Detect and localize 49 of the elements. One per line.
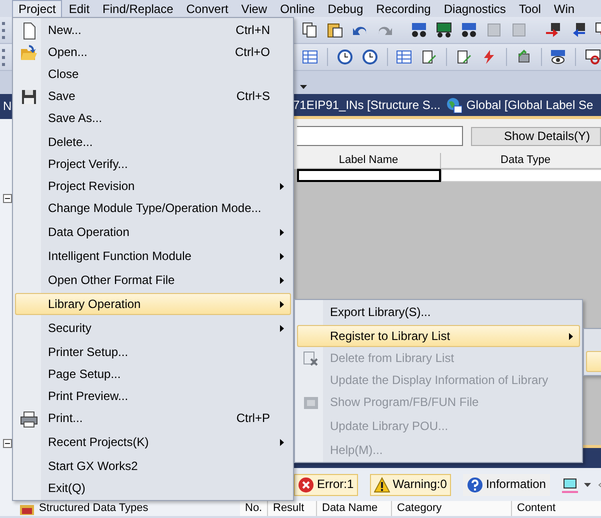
menu-item[interactable]: View bbox=[234, 0, 274, 17]
menu-item[interactable]: Diagnostics bbox=[437, 0, 512, 17]
column-header: Content bbox=[512, 501, 601, 516]
menu-item[interactable]: Open Other Format File bbox=[15, 269, 291, 291]
menu-item[interactable]: Save As... bbox=[15, 107, 291, 129]
menu-item[interactable]: Change Module Type/Operation Mode... bbox=[15, 197, 291, 219]
menu-item[interactable]: Recording bbox=[370, 0, 438, 17]
shortcut-text: Ctrl+N bbox=[236, 22, 270, 38]
menu-item[interactable]: Printer Setup... bbox=[15, 341, 291, 363]
menu-item[interactable]: Debug bbox=[321, 0, 370, 17]
document-tab[interactable]: 71EIP91_INs [Structure S... bbox=[293, 98, 440, 112]
shortcut-text: Ctrl+P bbox=[236, 410, 270, 426]
menu-item[interactable]: Open... Ctrl+O bbox=[15, 41, 291, 63]
menu-item[interactable]: Print Preview... bbox=[15, 385, 291, 407]
column-header: Category bbox=[392, 501, 512, 516]
menu-item[interactable]: Security bbox=[15, 317, 291, 339]
menu-item[interactable]: Export Library(S)... bbox=[297, 301, 580, 323]
menu-item[interactable]: Close bbox=[15, 63, 291, 85]
menu-item[interactable]: Find/Replace bbox=[96, 0, 180, 17]
menu-item[interactable]: Tool bbox=[512, 0, 548, 17]
document-tab[interactable]: Global [Global Label Se bbox=[466, 98, 594, 112]
menu-item[interactable]: Win bbox=[547, 0, 582, 17]
filter-button[interactable]: Error:1 bbox=[294, 474, 358, 496]
menu-item[interactable]: Print... Ctrl+P bbox=[15, 407, 291, 429]
menu-item[interactable]: Delete... bbox=[15, 131, 291, 153]
filter-button[interactable]: Information bbox=[462, 474, 550, 496]
menu-item[interactable]: Convert bbox=[180, 0, 235, 17]
menu-item[interactable]: Data Operation bbox=[15, 221, 291, 243]
menu-item[interactable]: Intelligent Function Module bbox=[15, 245, 291, 267]
column-header: Label Name bbox=[297, 153, 441, 169]
column-header: Data Name bbox=[317, 501, 392, 516]
menu-item[interactable]: Save Ctrl+S bbox=[15, 85, 291, 107]
menu-item[interactable]: Library Operation bbox=[15, 293, 291, 315]
menu-item[interactable]: Exit(Q) bbox=[15, 477, 291, 499]
menu-item[interactable]: Project Revision bbox=[15, 175, 291, 197]
shortcut-text: Ctrl+O bbox=[234, 44, 270, 60]
menu-item[interactable]: Recent Projects(K) bbox=[15, 431, 291, 453]
shortcut-text: Ctrl+S bbox=[236, 88, 270, 104]
menu-item[interactable]: Register to Library List bbox=[297, 325, 580, 347]
menu-item[interactable]: Edit bbox=[62, 0, 96, 17]
tree-item[interactable]: Structured Data Types bbox=[39, 502, 148, 515]
menu-item[interactable]: Online bbox=[274, 0, 322, 17]
column-header: Data Type bbox=[441, 153, 601, 169]
menu-item[interactable]: Project bbox=[12, 0, 62, 17]
filter-button[interactable]: Warning:0 bbox=[370, 474, 451, 496]
show-details-button[interactable]: Show Details(Y) bbox=[470, 126, 601, 146]
menu-item[interactable]: Project Verify... bbox=[15, 153, 291, 175]
menu-item[interactable]: Start GX Works2 bbox=[15, 455, 291, 477]
menu-item[interactable]: Page Setup... bbox=[15, 363, 291, 385]
